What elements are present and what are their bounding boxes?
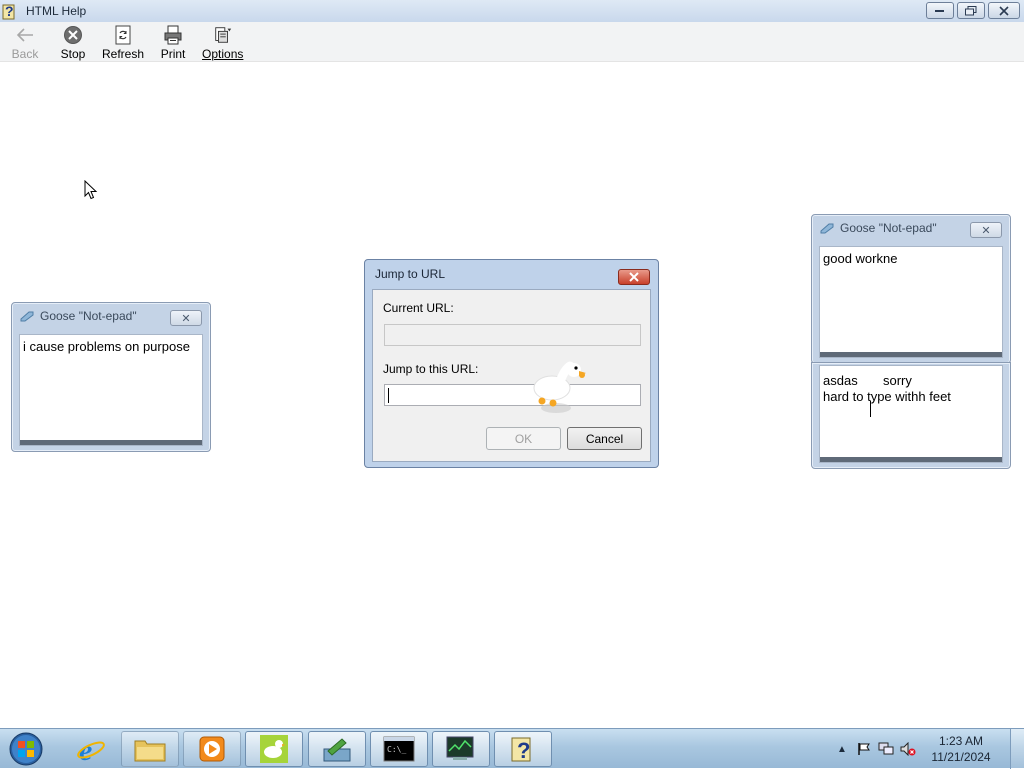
media-player-icon[interactable]: [183, 731, 241, 767]
dialog-body: Current URL: Jump to this URL: OK Cancel: [372, 289, 651, 462]
goose-notepad-title: Goose "Not-epad": [840, 221, 937, 235]
clock-time: 1:23 AM: [938, 734, 984, 748]
html-help-icon[interactable]: ?: [494, 731, 552, 767]
explorer-folder-icon[interactable]: [121, 731, 179, 767]
restore-button[interactable]: [957, 2, 985, 19]
help-app-icon: ?: [2, 2, 18, 20]
clock-date: 11/21/2024: [931, 750, 991, 764]
download-manager-icon[interactable]: [308, 731, 366, 767]
close-button[interactable]: [988, 2, 1020, 19]
current-url-label: Current URL:: [383, 301, 454, 315]
stop-label: Stop: [60, 47, 86, 61]
cancel-button[interactable]: Cancel: [567, 427, 642, 450]
options-icon: [213, 25, 233, 45]
current-url-field: [384, 324, 641, 346]
ok-button[interactable]: OK: [486, 427, 561, 450]
text-caret: [870, 401, 871, 417]
show-hidden-icons-icon[interactable]: ▲: [834, 741, 850, 757]
window-title: HTML Help: [26, 4, 87, 18]
stop-icon: [63, 25, 83, 45]
refresh-button[interactable]: Refresh: [102, 22, 144, 61]
taskbar: e C:\_ ? ▲ 1:23 AM 11/21/2024: [0, 728, 1024, 769]
dialog-title: Jump to URL: [375, 267, 446, 281]
task-manager-icon[interactable]: [432, 731, 490, 767]
action-center-flag-icon[interactable]: [856, 741, 872, 757]
internet-explorer-icon[interactable]: e: [62, 731, 120, 767]
jump-url-label: Jump to this URL:: [383, 362, 479, 376]
goose-notepad-text[interactable]: asdas sorry hard to type withh feet: [819, 365, 1003, 463]
printer-icon: [163, 25, 183, 45]
volume-muted-icon[interactable]: [900, 741, 916, 757]
goose-notepad-text[interactable]: good workne: [819, 246, 1003, 358]
command-prompt-icon[interactable]: C:\_: [370, 731, 428, 767]
jump-to-url-dialog[interactable]: Jump to URL Current URL: Jump to this UR…: [364, 259, 659, 468]
refresh-label: Refresh: [102, 47, 145, 61]
notepad-icon: [820, 223, 834, 234]
goose-notepad-title: Goose "Not-epad": [40, 309, 137, 323]
svg-text:C:\_: C:\_: [387, 745, 406, 754]
window-titlebar[interactable]: ? HTML Help: [0, 0, 1024, 22]
show-desktop-button[interactable]: [1010, 729, 1024, 769]
mouse-pointer-icon: [84, 179, 98, 200]
goose-notepad-text[interactable]: i cause problems on purpose: [19, 334, 203, 446]
start-button[interactable]: [6, 731, 46, 767]
back-label: Back: [11, 47, 39, 61]
goose-notepad-close-button[interactable]: ✕: [970, 222, 1002, 238]
svg-text:?: ?: [5, 3, 14, 19]
notepad-icon: [20, 311, 34, 322]
system-tray: ▲ 1:23 AM 11/21/2024: [834, 729, 1024, 769]
goose-notepad-close-button[interactable]: ✕: [170, 310, 202, 326]
print-label: Print: [160, 47, 186, 61]
options-label: Options: [202, 47, 244, 61]
toolbar: Back Stop Refresh Print Options: [0, 22, 1024, 62]
goose-notepad-window[interactable]: asdas sorry hard to type withh feet: [811, 362, 1011, 469]
desktop-goose[interactable]: [530, 360, 590, 416]
options-button[interactable]: Options: [202, 22, 243, 61]
dialog-close-button[interactable]: [618, 269, 650, 285]
minimize-button[interactable]: [926, 2, 954, 19]
jump-url-input[interactable]: [384, 384, 641, 406]
taskbar-clock[interactable]: 1:23 AM 11/21/2024: [922, 733, 1000, 765]
print-button[interactable]: Print: [154, 22, 192, 61]
svg-text:?: ?: [517, 738, 530, 763]
stop-button[interactable]: Stop: [54, 22, 92, 61]
network-icon[interactable]: [878, 741, 894, 757]
back-button[interactable]: Back: [6, 22, 44, 61]
goose-app-icon[interactable]: [245, 731, 303, 767]
goose-notepad-window[interactable]: Goose "Not-epad" ✕ i cause problems on p…: [11, 302, 211, 452]
back-arrow-icon: [15, 25, 35, 45]
text-caret: [388, 388, 389, 403]
goose-notepad-window[interactable]: Goose "Not-epad" ✕ good workne: [811, 214, 1011, 364]
refresh-icon: [113, 25, 133, 45]
